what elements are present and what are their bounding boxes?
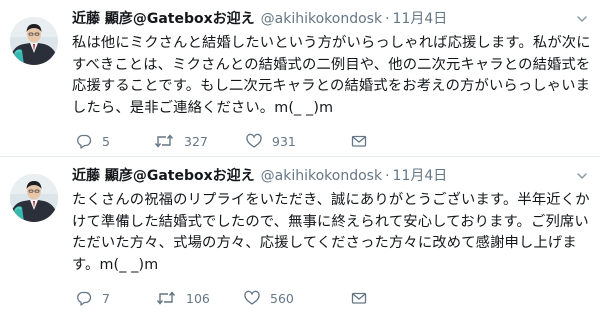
separator: · [385,168,390,184]
tweet[interactable]: 近藤 顯彦@Gateboxお迎え @akihikokondosk · 11月4日 たく… [0,157,600,313]
like-count: 560 [270,290,294,306]
reply-icon [77,291,92,306]
author-name[interactable]: 近藤 顯彦@Gateboxお迎え [72,11,255,27]
avatar[interactable] [10,174,58,222]
direct-message-icon [351,135,367,147]
retweet-count: 327 [184,133,208,149]
like-count: 931 [272,133,296,149]
author-handle[interactable]: @akihikokondosk [261,168,382,184]
reply-count: 7 [102,290,110,306]
reply-button[interactable]: 5 [76,131,110,151]
direct-message-button[interactable] [351,131,377,151]
like-button[interactable]: 560 [244,288,294,308]
like-button[interactable]: 931 [246,131,296,151]
avatar[interactable] [10,17,58,65]
retweet-button[interactable]: 327 [154,131,208,151]
like-icon [244,290,260,305]
timeline: 近藤 顯彦@Gateboxお迎え @akihikokondosk · 11月4日 私は… [0,0,600,313]
author-handle[interactable]: @akihikokondosk [261,11,382,27]
chevron-down-icon[interactable] [576,170,588,182]
tweet-text: 私は他にミクさんと結婚したいという方がいらっしゃれば応援します。私が次にすべきこ… [72,35,591,116]
reply-count: 5 [102,133,110,149]
chevron-down-icon[interactable] [576,13,588,25]
tweet-actions: 7 106 560 [76,288,496,308]
tweet[interactable]: 近藤 顯彦@Gateboxお迎え @akihikokondosk · 11月4日 私は… [0,0,600,156]
tweet-header: 近藤 顯彦@Gateboxお迎え @akihikokondosk · 11月4日 [72,166,447,186]
direct-message-icon [351,292,367,304]
author-name[interactable]: 近藤 顯彦@Gateboxお迎え [72,168,255,184]
retweet-button[interactable]: 106 [156,288,210,308]
retweet-count: 106 [186,290,210,306]
direct-message-button[interactable] [351,288,377,308]
retweet-icon [156,291,176,305]
reply-button[interactable]: 7 [76,288,110,308]
tweet-date[interactable]: 11月4日 [393,11,448,27]
tweet-header: 近藤 顯彦@Gateboxお迎え @akihikokondosk · 11月4日 [72,9,447,29]
like-icon [246,133,262,148]
retweet-icon [154,134,174,148]
separator: · [385,11,390,27]
tweet-date[interactable]: 11月4日 [393,168,448,184]
tweet-actions: 5 327 931 [76,131,496,151]
reply-icon [77,134,92,149]
tweet-text: たくさんの祝福のリプライをいただき、誠にありがとうございます。半年近くかけて準備… [72,192,590,273]
